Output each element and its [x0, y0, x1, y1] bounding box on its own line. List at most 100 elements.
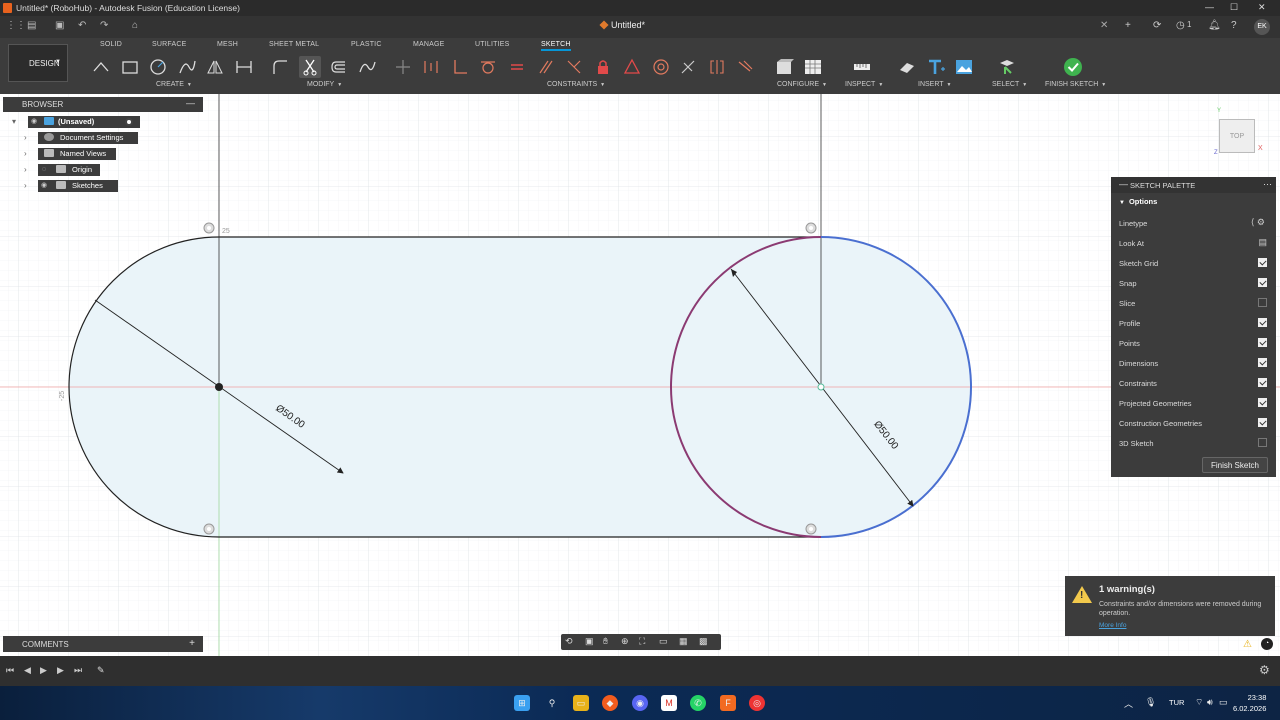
options-section-header[interactable]: ▼ Options: [1119, 197, 1157, 206]
grid-settings-icon[interactable]: ▦: [679, 636, 688, 647]
curve-tool-icon[interactable]: [356, 56, 378, 78]
spline-tool-icon[interactable]: [176, 56, 198, 78]
checkbox-sketch-grid[interactable]: [1258, 258, 1267, 267]
chevron-right-icon[interactable]: ›: [24, 181, 27, 190]
comment-bubble-icon[interactable]: ◔: [1261, 638, 1273, 650]
symmetry-brackets-icon[interactable]: [706, 56, 728, 78]
mirror-tool-icon[interactable]: [204, 56, 226, 78]
finish-sketch-menu[interactable]: FINISH SKETCH ▼: [1045, 81, 1106, 88]
browser-item-origin[interactable]: › ◌ Origin: [24, 164, 100, 176]
chevron-up-icon[interactable]: ︿: [1124, 697, 1133, 710]
configure-box-icon[interactable]: [773, 56, 795, 78]
play-icon[interactable]: ▶: [40, 665, 47, 676]
symmetric-icon[interactable]: [563, 56, 585, 78]
comments-panel[interactable]: COMMENTS +: [3, 636, 203, 652]
warning-status-icon[interactable]: ⚠: [1243, 639, 1252, 650]
help-icon[interactable]: ?: [1231, 20, 1237, 31]
insert-derive-icon[interactable]: [896, 56, 918, 78]
eye-icon[interactable]: ◉: [28, 116, 40, 128]
constraints-menu[interactable]: CONSTRAINTS ▼: [547, 81, 605, 88]
chevron-right-icon[interactable]: ›: [24, 149, 27, 158]
concentric-icon[interactable]: [650, 56, 672, 78]
display-settings-icon[interactable]: ▭: [659, 636, 668, 647]
more-info-link[interactable]: More Info: [1099, 622, 1126, 629]
sketch-drawing[interactable]: Ø50.00 Ø50.00 25 -25: [0, 94, 1280, 656]
active-radio-icon[interactable]: [125, 118, 133, 126]
checkbox-profile[interactable]: [1258, 318, 1267, 327]
undo-icon[interactable]: ↶: [78, 20, 86, 31]
chrome-icon[interactable]: ◎: [749, 695, 765, 711]
chevron-right-icon[interactable]: ›: [24, 165, 27, 174]
go-to-end-icon[interactable]: ⏭: [74, 665, 82, 676]
browser-item-document-settings[interactable]: › Document Settings: [24, 132, 138, 144]
insert-text-icon[interactable]: [925, 56, 947, 78]
tangent-constraint-icon[interactable]: [203, 523, 215, 535]
browser-item-sketches[interactable]: › ◉ Sketches: [24, 180, 118, 192]
curvature-icon[interactable]: [735, 56, 757, 78]
configure-table-icon[interactable]: [802, 56, 824, 78]
fillet-tool-icon[interactable]: [269, 56, 291, 78]
volume-icon[interactable]: 🔊︎: [1207, 697, 1213, 708]
tab-sheet-metal[interactable]: SHEET METAL: [269, 41, 319, 48]
tangent-constraint-icon[interactable]: [203, 222, 215, 234]
dimension-tool-icon[interactable]: [233, 56, 255, 78]
wifi-icon[interactable]: ⌔: [1195, 697, 1203, 708]
checkbox-construction-geometries[interactable]: [1258, 418, 1267, 427]
tangent-icon[interactable]: [477, 56, 499, 78]
tab-mesh[interactable]: MESH: [217, 41, 238, 48]
circle-center-point[interactable]: [817, 383, 825, 391]
circle-tool-icon[interactable]: [147, 56, 169, 78]
checkbox-slice[interactable]: [1258, 298, 1267, 307]
home-icon[interactable]: ⌂: [132, 20, 138, 31]
coincident-icon[interactable]: [392, 56, 414, 78]
trim-tool-icon[interactable]: [299, 56, 321, 78]
file-menu-icon[interactable]: ▤: [27, 20, 36, 31]
pan-hand-icon[interactable]: ✋︎: [603, 636, 608, 647]
configure-menu[interactable]: CONFIGURE ▼: [777, 81, 827, 88]
insert-menu[interactable]: INSERT ▼: [918, 81, 952, 88]
new-tab-icon[interactable]: +: [1125, 20, 1131, 31]
checkbox-points[interactable]: [1258, 338, 1267, 347]
look-at-icon[interactable]: ▤: [1258, 237, 1267, 248]
fix-lock-icon[interactable]: [592, 56, 614, 78]
offset-tool-icon[interactable]: [327, 56, 349, 78]
eye-hidden-icon[interactable]: ◌: [38, 164, 50, 176]
expand-icon[interactable]: ⋯: [1263, 179, 1272, 190]
bell-icon[interactable]: 🔔︎: [1208, 20, 1221, 31]
system-clock[interactable]: 23:38 6.02.2026: [1233, 692, 1266, 714]
tab-utilities[interactable]: UTILITIES: [475, 41, 509, 48]
save-icon[interactable]: ▣: [55, 20, 64, 31]
checkbox-3d-sketch[interactable]: [1258, 438, 1267, 447]
collapse-icon[interactable]: —: [1119, 179, 1128, 189]
select-arrow-icon[interactable]: [996, 56, 1018, 78]
insert-image-icon[interactable]: [953, 56, 975, 78]
go-to-start-icon[interactable]: ⏮: [6, 665, 14, 676]
tangent-constraint-icon[interactable]: [805, 222, 817, 234]
redo-icon[interactable]: ↷: [100, 20, 108, 31]
maximize-button[interactable]: ☐: [1230, 2, 1238, 13]
file-explorer-icon[interactable]: ▭: [573, 695, 589, 711]
checkbox-constraints[interactable]: [1258, 378, 1267, 387]
microphone-icon[interactable]: 🎙︎: [1145, 697, 1156, 708]
document-tab[interactable]: Untitled*: [599, 20, 645, 30]
brave-browser-icon[interactable]: ◆: [602, 695, 618, 711]
inspect-menu[interactable]: INSPECT ▼: [845, 81, 883, 88]
tab-surface[interactable]: SURFACE: [152, 41, 186, 48]
checkbox-snap[interactable]: [1258, 278, 1267, 287]
minimize-button[interactable]: —: [1205, 2, 1214, 12]
tangent-constraint-icon[interactable]: [805, 523, 817, 535]
browser-root-node[interactable]: ▾ ◉ (Unsaved): [12, 116, 140, 128]
collinear-icon[interactable]: [420, 56, 442, 78]
orbit-icon[interactable]: ⟲: [565, 636, 573, 647]
workspace-switcher[interactable]: DESIGN ▼: [8, 44, 68, 82]
line-tool-icon[interactable]: [90, 56, 112, 78]
modify-menu[interactable]: MODIFY ▼: [307, 81, 342, 88]
perpendicular-icon[interactable]: [449, 56, 471, 78]
finish-sketch-button[interactable]: Finish Sketch: [1201, 457, 1268, 473]
gmail-icon[interactable]: M: [661, 695, 677, 711]
checkbox-projected-geometries[interactable]: [1258, 398, 1267, 407]
step-back-icon[interactable]: ◀: [24, 665, 31, 676]
job-status-icon[interactable]: ⟳: [1153, 20, 1161, 31]
step-forward-icon[interactable]: ▶: [57, 665, 64, 676]
discord-icon[interactable]: ◉: [632, 695, 648, 711]
